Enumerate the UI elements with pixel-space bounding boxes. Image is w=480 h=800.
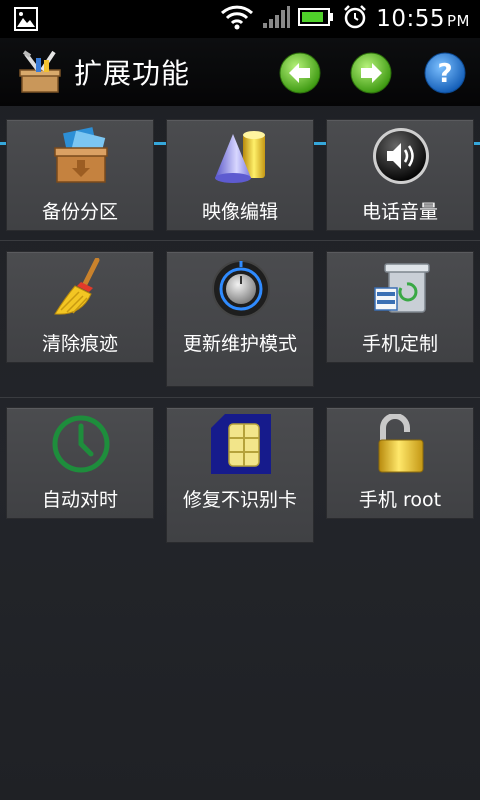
tile-phone-volume[interactable]: 电话音量 — [326, 119, 474, 231]
tile-phone-customize[interactable]: 手机定制 — [326, 251, 474, 363]
sim-card-icon — [211, 414, 271, 474]
arrow-right-icon — [350, 52, 392, 94]
tile-label: 手机定制 — [361, 333, 438, 355]
back-button[interactable] — [279, 52, 321, 94]
wifi-icon — [220, 4, 254, 34]
battery-icon — [298, 6, 334, 32]
question-icon: ? — [424, 52, 466, 94]
forward-button[interactable] — [350, 52, 392, 94]
broom-icon — [51, 257, 111, 318]
alarm-icon — [342, 4, 368, 34]
tile-label: 清除痕迹 — [41, 333, 118, 355]
toolbox-icon — [16, 50, 64, 96]
row-divider — [0, 240, 480, 241]
tile-update-maintenance-mode[interactable]: 更新维护模式 — [166, 251, 314, 387]
tile-auto-time-sync[interactable]: 自动对时 — [6, 407, 154, 519]
title-bar: 扩展功能 ? — [0, 38, 480, 145]
signal-icon — [262, 4, 291, 34]
tile-label: 修复不识别卡 — [182, 489, 297, 511]
tile-label: 更新维护模式 — [182, 333, 297, 355]
image-shapes-icon — [211, 126, 271, 186]
tile-label: 映像编辑 — [201, 201, 278, 223]
tile-fix-unrecognized-card[interactable]: 修复不识别卡 — [166, 407, 314, 543]
dial-knob-icon — [211, 258, 271, 318]
arrow-left-icon — [279, 52, 321, 94]
row-divider — [0, 397, 480, 398]
trash-recycle-icon — [371, 258, 431, 318]
tile-label: 自动对时 — [41, 489, 118, 511]
clock-icon — [51, 414, 111, 474]
tile-phone-root[interactable]: 手机 root — [326, 407, 474, 519]
tile-label: 备份分区 — [41, 201, 118, 223]
backup-box-icon — [51, 126, 111, 186]
status-bar: 10:55 PM — [0, 0, 480, 38]
tile-image-edit[interactable]: 映像编辑 — [166, 119, 314, 231]
tile-backup-partition[interactable]: 备份分区 — [6, 119, 154, 231]
page-title: 扩展功能 — [74, 57, 191, 90]
tile-label: 手机 root — [358, 489, 442, 511]
gallery-notification-icon — [14, 7, 38, 35]
tile-label: 电话音量 — [361, 201, 438, 223]
tile-clear-traces[interactable]: 清除痕迹 — [6, 251, 154, 363]
help-button[interactable]: ? — [424, 52, 466, 94]
status-time: 10:55 PM — [376, 6, 470, 32]
unlock-padlock-icon — [371, 413, 431, 474]
speaker-volume-icon — [371, 126, 431, 186]
svg-text:?: ? — [437, 59, 452, 89]
